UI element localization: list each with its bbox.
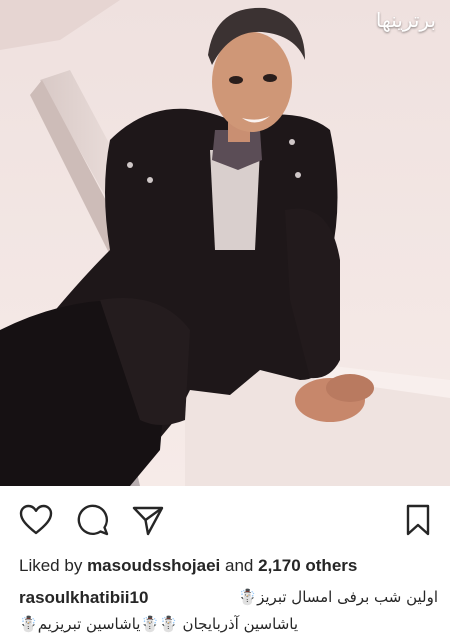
liked-by-user-link[interactable]: masoudsshojaei [87, 556, 220, 575]
paper-plane-icon[interactable] [128, 500, 168, 540]
watermark-logo: برترینها [375, 8, 436, 32]
caption-line-1: rasoulkhatibii10 اولین شب برفی امسال تبر… [19, 584, 438, 611]
heart-outline-icon[interactable] [16, 500, 56, 540]
likes-count-link[interactable]: 2,170 others [258, 556, 357, 575]
caption-username-link[interactable]: rasoulkhatibii10 [19, 584, 148, 611]
caption-line-2: ☃️یاشاسین آذربایجان ☃️☃️یاشاسین تبریزیم [19, 611, 438, 638]
caption-text-line-1: اولین شب برفی امسال تبریز☃️ [238, 588, 438, 606]
caption-text-line-2: ☃️یاشاسین آذربایجان ☃️☃️یاشاسین تبریزیم [19, 615, 299, 633]
instagram-post: برترینها Liked by masoudsshojaei and 2,1… [0, 0, 450, 640]
post-action-bar [0, 500, 450, 540]
post-caption: rasoulkhatibii10 اولین شب برفی امسال تبر… [19, 584, 438, 638]
post-photo[interactable]: برترینها [0, 0, 450, 486]
likes-summary: Liked by masoudsshojaei and 2,170 others [19, 556, 357, 576]
comment-bubble-icon[interactable] [73, 500, 113, 540]
photo-illustration [0, 0, 450, 486]
bookmark-icon[interactable] [398, 500, 438, 540]
likes-prefix: Liked by [19, 556, 83, 575]
likes-middle: and [225, 556, 254, 575]
